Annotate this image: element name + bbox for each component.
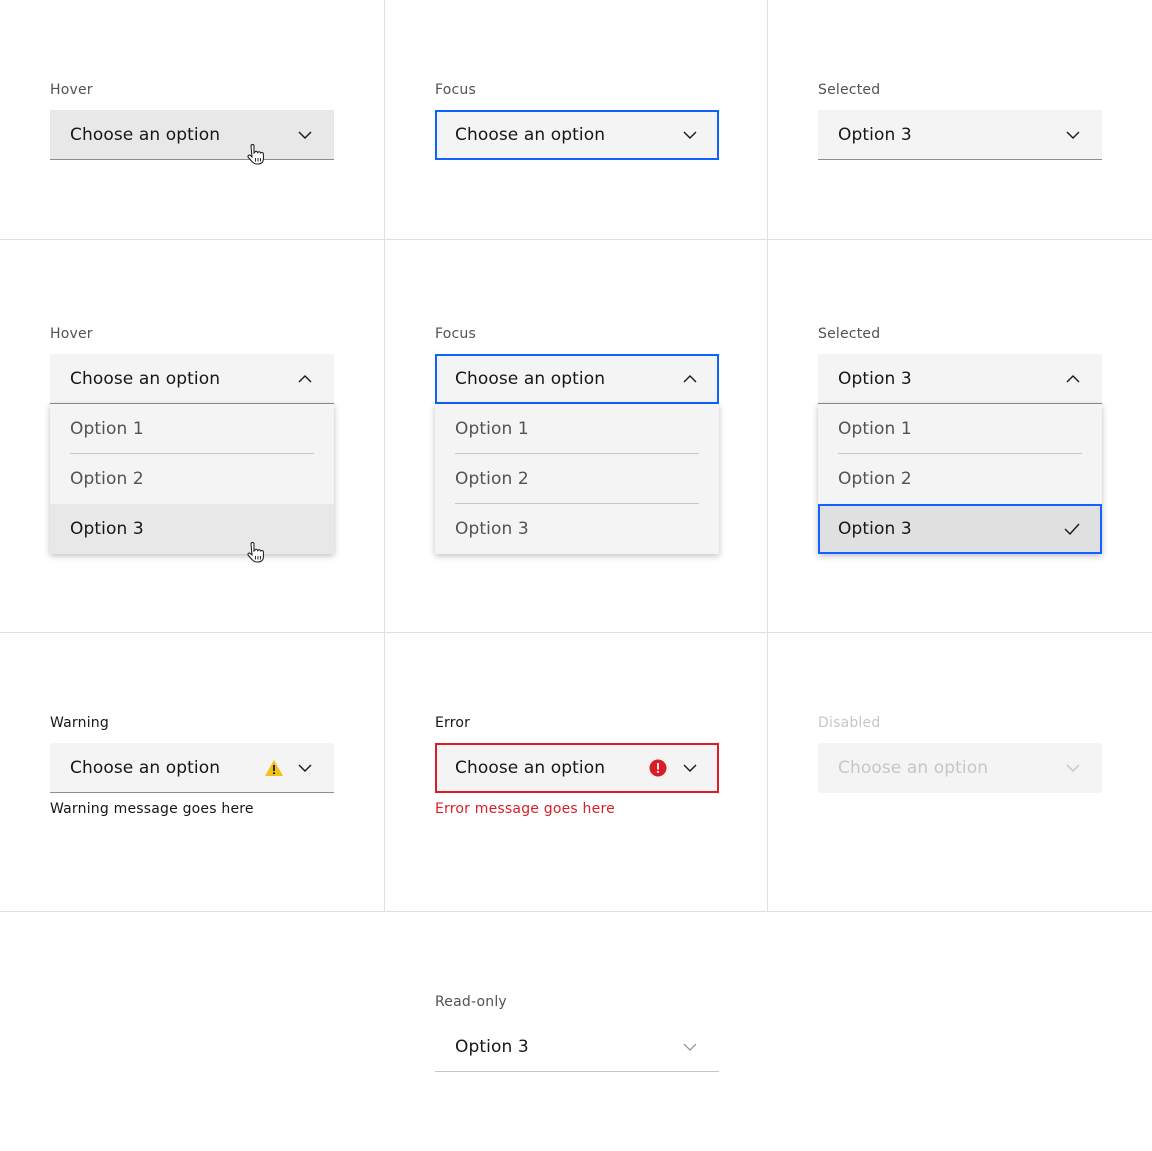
chevron-down-icon [1066, 764, 1080, 772]
option-label: Option 2 [70, 469, 144, 489]
option-label: Option 2 [838, 469, 912, 489]
field-label: Read-only [435, 994, 507, 1010]
hand-cursor-icon [247, 144, 264, 165]
dropdown-value: Choose an option [70, 368, 221, 389]
dropdown-readonly: Read-only Option 3 [435, 993, 719, 1072]
dropdown-menu: Option 1 Option 2 Option 3 [435, 404, 719, 554]
grid-divider [0, 911, 1152, 912]
grid-divider [767, 0, 768, 912]
dropdown-focus-closed: Focus Choose an option [435, 81, 719, 160]
dropdown-field[interactable]: Choose an option [435, 743, 719, 793]
dropdown-field[interactable]: Option 3 [818, 354, 1102, 404]
field-label: Selected [818, 82, 881, 98]
dropdown-field[interactable]: Choose an option [50, 354, 334, 404]
option-label: Option 3 [70, 519, 144, 539]
dropdown-value: Option 3 [455, 1036, 529, 1057]
warning-icon [265, 759, 283, 776]
option-label: Option 3 [838, 519, 912, 539]
warning-message: Warning message goes here [50, 801, 254, 817]
dropdown-value: Option 3 [838, 368, 912, 389]
dropdown-focus-open: Focus Choose an option Option 1 Option 2… [435, 325, 719, 554]
chevron-down-icon [683, 131, 697, 139]
dropdown-value: Choose an option [70, 757, 221, 778]
dropdown-field[interactable]: Option 3 [818, 110, 1102, 160]
field-label: Hover [50, 82, 93, 98]
option-label: Option 3 [455, 519, 529, 539]
dropdown-value: Choose an option [455, 125, 606, 145]
error-message: Error message goes here [435, 801, 615, 817]
option-label: Option 1 [838, 419, 912, 439]
option-label: Option 1 [70, 419, 144, 439]
dropdown-field[interactable]: Choose an option [435, 354, 719, 404]
menu-option-selected[interactable]: Option 3 [818, 504, 1102, 554]
chevron-down-icon [683, 764, 697, 772]
menu-option[interactable]: Option 1 [818, 404, 1102, 454]
field-label: Focus [435, 82, 476, 98]
checkmark-icon [1064, 523, 1080, 535]
menu-option[interactable]: Option 3 [435, 504, 719, 554]
error-icon [649, 759, 667, 777]
menu-option[interactable]: Option 2 [818, 454, 1102, 504]
grid-divider [384, 0, 385, 912]
dropdown-field: Choose an option [818, 743, 1102, 793]
chevron-up-icon [298, 374, 312, 382]
hand-cursor-icon [247, 542, 264, 563]
field-label: Hover [50, 326, 93, 342]
field-label: Selected [818, 326, 881, 342]
menu-option[interactable]: Option 1 [50, 404, 334, 454]
field-label: Disabled [818, 715, 881, 731]
dropdown-disabled: Disabled Choose an option [818, 714, 1102, 793]
menu-option[interactable]: Option 2 [50, 454, 334, 504]
chevron-down-icon [298, 764, 312, 772]
menu-option[interactable]: Option 1 [435, 404, 719, 454]
dropdown-selected-open: Selected Option 3 Option 1 Option 2 Opti… [818, 325, 1102, 554]
dropdown-field[interactable]: Choose an option [50, 743, 334, 793]
dropdown-field[interactable]: Choose an option [50, 110, 334, 160]
menu-option[interactable]: Option 2 [435, 454, 719, 504]
dropdown-hover-closed: Hover Choose an option [50, 81, 334, 160]
dropdown-hover-open: Hover Choose an option Option 1 Option 2… [50, 325, 334, 554]
chevron-down-icon [1066, 131, 1080, 139]
option-label: Option 1 [455, 419, 529, 439]
field-label: Focus [435, 326, 476, 342]
dropdown-field[interactable]: Choose an option [435, 110, 719, 160]
dropdown-value: Choose an option [70, 124, 221, 145]
field-label: Warning [50, 715, 109, 731]
chevron-up-icon [1066, 374, 1080, 382]
chevron-up-icon [683, 375, 697, 383]
dropdown-error: Error Choose an option Error message goe… [435, 714, 719, 817]
option-label: Option 2 [455, 469, 529, 489]
menu-option-hovered[interactable]: Option 3 [50, 504, 334, 554]
chevron-down-icon [683, 1043, 697, 1051]
dropdown-value: Choose an option [838, 758, 989, 778]
chevron-down-icon [298, 131, 312, 139]
dropdown-value: Choose an option [455, 758, 606, 778]
dropdown-selected-closed: Selected Option 3 [818, 81, 1102, 160]
dropdown-warning: Warning Choose an option Warning message… [50, 714, 334, 817]
dropdown-value: Option 3 [838, 124, 912, 145]
dropdown-value: Choose an option [455, 369, 606, 389]
dropdown-field: Option 3 [435, 1022, 719, 1072]
grid-divider [0, 239, 1152, 240]
field-label: Error [435, 715, 471, 731]
dropdown-menu: Option 1 Option 2 Option 3 [50, 404, 334, 554]
dropdown-menu: Option 1 Option 2 Option 3 [818, 404, 1102, 554]
grid-divider [0, 632, 1152, 633]
